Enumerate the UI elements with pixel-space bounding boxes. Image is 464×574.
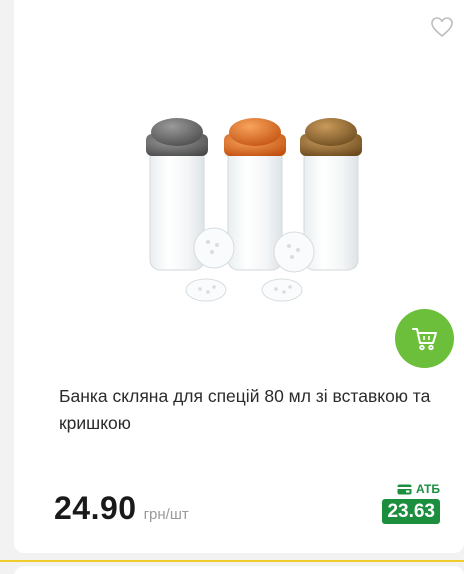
product-card[interactable]: Банка скляна для спецій 80 мл зі вставко… bbox=[14, 0, 464, 553]
favorite-button[interactable] bbox=[430, 16, 454, 38]
promo-price-block: АТБ 23.63 bbox=[382, 482, 440, 524]
add-to-cart-button[interactable] bbox=[395, 309, 454, 368]
cart-icon bbox=[411, 327, 437, 350]
spice-jars-illustration bbox=[146, 118, 362, 302]
promo-header: АТБ bbox=[397, 482, 440, 496]
price-block: 24.90 грн/шт bbox=[54, 490, 189, 527]
promo-label: АТБ bbox=[415, 482, 440, 496]
promo-price: 23.63 bbox=[382, 499, 440, 524]
product-title[interactable]: Банка скляна для спецій 80 мл зі вставко… bbox=[59, 383, 459, 437]
price-unit: грн/шт bbox=[143, 506, 189, 523]
wallet-card-icon bbox=[397, 484, 412, 494]
heart-outline-icon bbox=[431, 17, 453, 37]
product-image[interactable] bbox=[124, 100, 364, 320]
next-product-card[interactable] bbox=[14, 566, 464, 574]
price-value: 24.90 bbox=[54, 490, 137, 526]
section-divider bbox=[0, 560, 464, 562]
